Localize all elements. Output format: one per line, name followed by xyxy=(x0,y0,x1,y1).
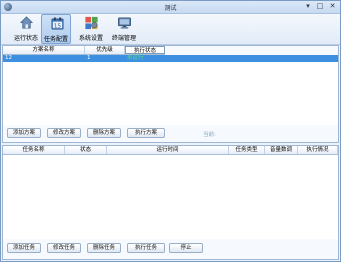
add-task-button[interactable]: 添加任务 xyxy=(7,243,41,253)
column-exec-status[interactable]: 执行状态 xyxy=(125,46,165,54)
run-task-button[interactable]: 执行任务 xyxy=(127,243,165,253)
run-plan-button[interactable]: 执行方案 xyxy=(127,128,165,138)
column-task-name[interactable]: 任务名称 xyxy=(3,146,65,154)
monitor-icon xyxy=(118,17,131,29)
minimize-button[interactable]: ▾ xyxy=(303,2,313,11)
toolbar-task-config-label: 任务配置 xyxy=(43,36,68,43)
column-priority[interactable]: 优先级 xyxy=(85,46,125,54)
toolbar-terminal-management[interactable]: 终端管理 xyxy=(109,14,139,44)
calendar-icon: 15 xyxy=(51,17,64,30)
plan-table-body[interactable]: 12 1 未运行 xyxy=(3,55,338,125)
toolbar-task-config[interactable]: 15 任务配置 xyxy=(41,14,71,44)
add-plan-button[interactable]: 添加方案 xyxy=(7,128,41,138)
current-status-label: 当前: xyxy=(203,132,216,138)
edit-task-button[interactable]: 修改任务 xyxy=(47,243,81,253)
column-task-type[interactable]: 任务类型 xyxy=(229,146,265,154)
stop-button[interactable]: 停止 xyxy=(169,243,203,253)
app-window: 测试 ▾ □ ✕ 运行状态 15 任务配置 系统设置 终端管理 方案名称 优先级… xyxy=(0,0,341,262)
plan-table-header: 方案名称 优先级 执行状态 xyxy=(3,46,165,55)
table-row[interactable]: 12 1 未运行 xyxy=(3,55,338,62)
window-title: 测试 xyxy=(164,5,177,12)
plan-name-cell: 12 xyxy=(5,55,12,61)
status-cell: 未运行 xyxy=(127,55,144,61)
column-plan-name[interactable]: 方案名称 xyxy=(3,46,85,54)
delete-plan-button[interactable]: 删除方案 xyxy=(87,128,121,138)
maximize-button[interactable]: □ xyxy=(315,2,325,11)
toolbar-run-status[interactable]: 运行状态 xyxy=(11,14,41,44)
priority-cell: 1 xyxy=(87,55,91,61)
task-panel: 任务名称 状态 运行时间 任务类型 音量数调 执行情况 添加任务 修改任务 删除… xyxy=(2,145,339,260)
toolbar-terminal-management-label: 终端管理 xyxy=(111,35,136,42)
main-toolbar: 运行状态 15 任务配置 系统设置 终端管理 xyxy=(1,14,340,45)
toolbar-system-settings[interactable]: 系统设置 xyxy=(76,14,106,44)
column-task-status[interactable]: 状态 xyxy=(65,146,107,154)
task-table-header: 任务名称 状态 运行时间 任务类型 音量数调 执行情况 xyxy=(3,146,338,155)
svg-text:15: 15 xyxy=(54,23,62,29)
close-button[interactable]: ✕ xyxy=(327,2,338,11)
plan-panel: 方案名称 优先级 执行状态 12 1 未运行 添加方案 修改方案 删除方案 执行… xyxy=(2,45,339,143)
settings-icon xyxy=(85,16,98,30)
column-volume[interactable]: 音量数调 xyxy=(265,146,298,154)
column-run-time[interactable]: 运行时间 xyxy=(107,146,229,154)
delete-task-button[interactable]: 删除任务 xyxy=(87,243,121,253)
column-exec-result[interactable]: 执行情况 xyxy=(298,146,338,154)
edit-plan-button[interactable]: 修改方案 xyxy=(47,128,81,138)
task-table-body[interactable] xyxy=(3,155,338,239)
home-icon xyxy=(19,16,34,29)
title-bar[interactable]: 测试 ▾ □ ✕ xyxy=(1,1,340,14)
